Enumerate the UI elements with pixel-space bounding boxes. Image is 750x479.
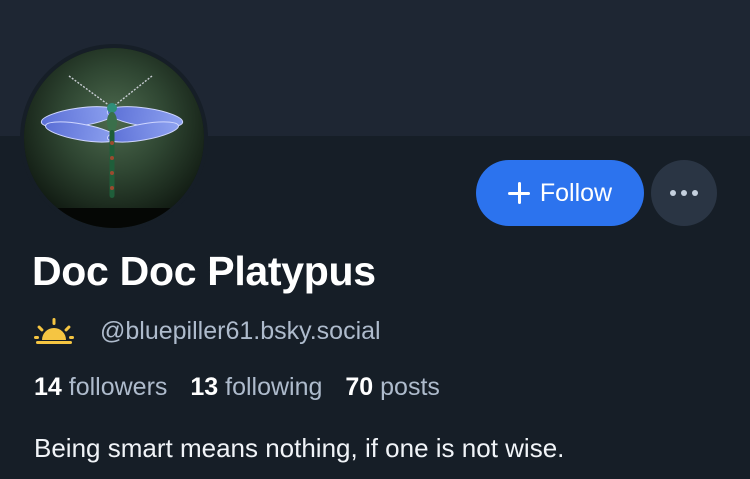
following-count: 13: [190, 373, 219, 401]
more-options-icon-dot: [681, 190, 687, 196]
more-options-icon-dot: [692, 190, 698, 196]
sun-icon: [34, 318, 74, 344]
follow-button[interactable]: Follow: [476, 160, 644, 226]
dragonfly-icon: [24, 48, 204, 228]
plus-icon: [507, 182, 530, 204]
posts-count: 70: [345, 373, 374, 401]
avatar[interactable]: [24, 48, 204, 228]
followers-count: 14: [34, 373, 62, 401]
followers-label: followers: [68, 373, 168, 401]
profile-page: Follow Doc Doc Platypus @bluepiller61.bs…: [0, 0, 750, 479]
followers-stat[interactable]: 14 followers: [34, 373, 174, 401]
following-label: following: [225, 373, 323, 401]
more-options-icon: [670, 190, 676, 196]
following-stat[interactable]: 13 following: [190, 373, 329, 401]
profile-stats: 14 followers 13 following 70 posts: [34, 373, 456, 402]
posts-stat: 70 posts: [345, 373, 440, 401]
more-options-button[interactable]: [651, 160, 717, 226]
handle-row: @bluepiller61.bsky.social: [34, 313, 381, 349]
follow-button-label: Follow: [539, 178, 613, 207]
profile-bio: Being smart means nothing, if one is not…: [34, 433, 565, 463]
handle[interactable]: @bluepiller61.bsky.social: [100, 317, 381, 346]
posts-label: posts: [380, 373, 440, 401]
display-name: Doc Doc Platypus: [32, 248, 376, 294]
